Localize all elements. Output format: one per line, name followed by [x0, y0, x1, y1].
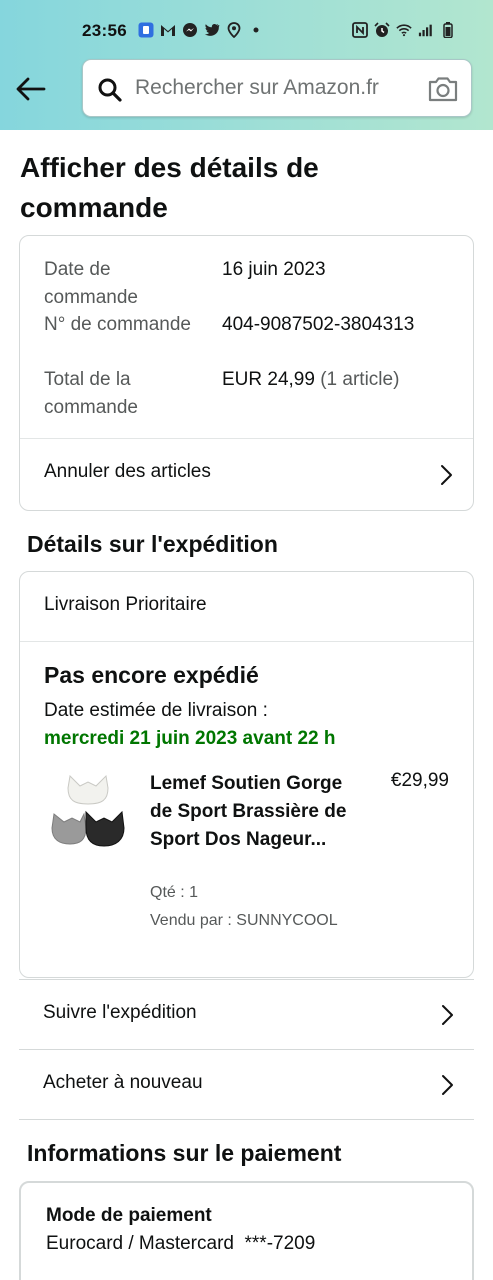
- chevron-right-icon: [442, 1005, 453, 1025]
- search-icon: [98, 78, 122, 102]
- shipping-section-title: Détails sur l'expédition: [27, 531, 278, 557]
- system-icons: [352, 22, 456, 38]
- signal-icon: [418, 22, 434, 38]
- shipment-status: Pas encore expédié: [44, 662, 259, 688]
- product-seller: Vendu par : SUNNYCOOL: [150, 912, 338, 929]
- delivery-estimate-date: mercredi 21 juin 2023 avant 22 h: [44, 728, 336, 749]
- battery-icon: [440, 22, 456, 38]
- shipment-card: Livraison Prioritaire Pas encore expédié…: [19, 571, 474, 978]
- search-input[interactable]: Rechercher sur Amazon.fr: [135, 76, 379, 100]
- buy-again-link[interactable]: Acheter à nouveau: [19, 1050, 474, 1120]
- alarm-icon: [374, 22, 390, 38]
- gmail-icon: [160, 22, 176, 38]
- track-shipment-link[interactable]: Suivre l'expédition: [19, 980, 474, 1050]
- payment-method-value: Eurocard / Mastercard ***-7209: [46, 1233, 316, 1254]
- track-shipment-label: Suivre l'expédition: [43, 1002, 197, 1023]
- twitter-icon: [204, 22, 220, 38]
- divider: [19, 1119, 474, 1120]
- delivery-type: Livraison Prioritaire: [44, 594, 207, 615]
- app-header: 23:56 Rechercher sur Amazon.fr: [0, 0, 493, 130]
- chevron-right-icon: [441, 465, 452, 485]
- order-total-label: Total de la commande: [44, 369, 138, 418]
- payment-method-label: Mode de paiement: [46, 1205, 212, 1226]
- order-number-label: N° de commande: [44, 314, 191, 335]
- order-total-value: EUR 24,99: [222, 369, 315, 390]
- chevron-right-icon: [442, 1075, 453, 1095]
- product-title[interactable]: Lemef Soutien Gorge de Sport Brassière d…: [150, 770, 360, 854]
- payment-card: Mode de paiement Eurocard / Mastercard *…: [19, 1181, 474, 1280]
- cancel-items-link[interactable]: Annuler des articles: [20, 439, 473, 511]
- back-button[interactable]: [14, 72, 48, 106]
- wifi-icon: [396, 22, 412, 38]
- order-total-items: (1 article): [320, 369, 400, 390]
- order-date-value: 16 juin 2023: [222, 259, 326, 280]
- payment-section-title: Informations sur le paiement: [27, 1140, 342, 1166]
- messenger-icon: [182, 22, 198, 38]
- product-price: €29,99: [390, 770, 449, 791]
- arrow-left-icon: [16, 77, 46, 101]
- product-quantity: Qté : 1: [150, 884, 199, 901]
- delivery-estimate-label: Date estimée de livraison :: [44, 700, 268, 721]
- buy-again-label: Acheter à nouveau: [43, 1072, 203, 1093]
- app-icon: [138, 22, 154, 38]
- camera-icon[interactable]: [427, 75, 459, 103]
- search-bar[interactable]: Rechercher sur Amazon.fr: [82, 59, 472, 117]
- dot-icon: [248, 22, 264, 38]
- nfc-icon: [352, 22, 368, 38]
- product-image[interactable]: [50, 772, 126, 852]
- status-time: 23:56: [82, 21, 127, 40]
- cancel-items-label: Annuler des articles: [44, 461, 211, 482]
- order-date-label: Date de commande: [44, 259, 138, 308]
- page-title: Afficher des détails de commande: [20, 152, 319, 223]
- order-number-value: 404-9087502-3804313: [222, 314, 415, 335]
- order-total: EUR 24,99 (1 article): [222, 366, 399, 394]
- notification-icons: [138, 22, 264, 38]
- status-bar: 23:56: [0, 0, 493, 64]
- order-summary-card: Date de commande 16 juin 2023 N° de comm…: [19, 235, 474, 511]
- divider: [20, 641, 473, 642]
- location-icon: [226, 22, 242, 38]
